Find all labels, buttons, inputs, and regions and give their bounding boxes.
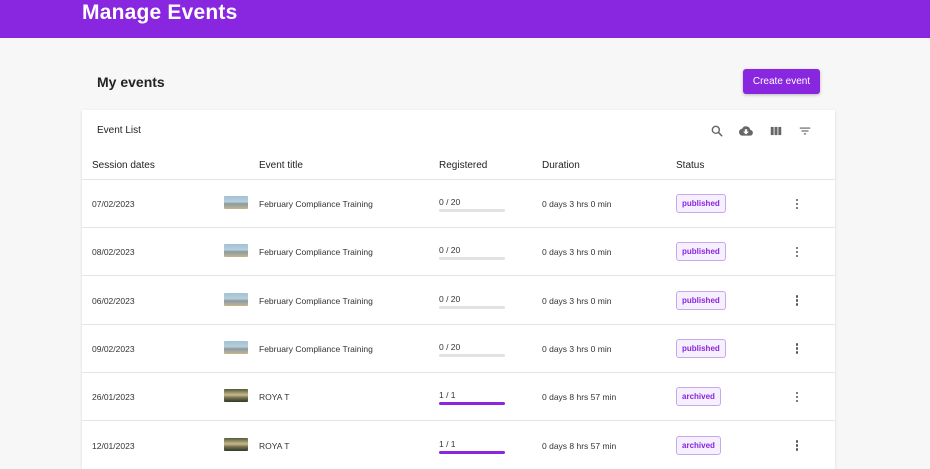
registered-bar-fill (439, 402, 505, 406)
event-title: February Compliance Training (259, 199, 373, 209)
registered-progress: 0 / 20 (439, 245, 505, 261)
status-badge: published (676, 338, 726, 358)
status-badge: archived (676, 387, 721, 407)
duration: 0 days 3 hrs 0 min (542, 199, 612, 209)
registered-bar-fill (439, 450, 505, 454)
table-header: Session dates Event title Registered Dur… (82, 154, 835, 180)
duration: 0 days 8 hrs 57 min (542, 392, 617, 403)
registered-progress: 0 / 20 (439, 342, 505, 357)
section-title: My events (97, 74, 165, 90)
table-row[interactable]: 26/01/2023 ROYA T 1 / 1 0 days 8 hrs 57 … (82, 373, 835, 422)
session-date: 09/02/2023 (92, 343, 135, 354)
registered-bar (439, 257, 505, 261)
duration: 0 days 8 hrs 57 min (542, 440, 617, 451)
registered-bar (439, 353, 505, 357)
session-date: 07/02/2023 (92, 199, 135, 209)
session-date: 08/02/2023 (92, 247, 135, 258)
registered-count: 0 / 20 (439, 245, 461, 256)
filter-icon[interactable] (798, 124, 812, 138)
duration: 0 days 3 hrs 0 min (542, 343, 612, 354)
event-title: February Compliance Training (259, 343, 373, 354)
event-thumbnail (224, 437, 248, 451)
registered-count: 0 / 20 (439, 341, 461, 352)
duration: 0 days 3 hrs 0 min (542, 295, 612, 306)
more-options-icon[interactable] (792, 439, 802, 453)
event-thumbnail (224, 196, 248, 209)
more-options-icon[interactable] (792, 390, 802, 404)
status-badge: published (676, 290, 726, 310)
event-list-card: Event List Session dates Event title Reg… (82, 110, 835, 469)
status-badge: published (676, 242, 726, 262)
column-header-duration[interactable]: Duration (542, 160, 580, 171)
registered-progress: 1 / 1 (439, 390, 505, 406)
status-badge: archived (676, 435, 721, 455)
table-row[interactable]: 09/02/2023 February Compliance Training … (82, 325, 835, 373)
page-title: Manage Events (82, 1, 238, 24)
search-icon[interactable] (710, 124, 724, 138)
event-thumbnail (224, 244, 248, 258)
table-row[interactable]: 08/02/2023 February Compliance Training … (82, 228, 835, 277)
column-header-registered[interactable]: Registered (439, 160, 487, 171)
registered-progress: 0 / 20 (439, 294, 505, 309)
session-date: 26/01/2023 (92, 392, 135, 403)
more-options-icon[interactable] (792, 342, 802, 356)
session-date: 06/02/2023 (92, 295, 135, 306)
create-event-button[interactable]: Create event (743, 69, 820, 94)
registered-bar (439, 402, 505, 406)
more-options-icon[interactable] (792, 197, 802, 211)
column-header-event-title[interactable]: Event title (259, 160, 303, 171)
registered-count: 0 / 20 (439, 197, 461, 207)
table-row[interactable]: 12/01/2023 ROYA T 1 / 1 0 days 8 hrs 57 … (82, 422, 835, 469)
event-thumbnail (224, 389, 248, 403)
more-options-icon[interactable] (792, 245, 802, 259)
event-title: ROYA T (259, 440, 290, 451)
columns-icon[interactable] (769, 124, 783, 138)
app-header: Manage Events (0, 0, 930, 38)
registered-bar (439, 305, 505, 309)
column-header-status[interactable]: Status (676, 160, 704, 171)
registered-count: 1 / 1 (439, 390, 456, 401)
more-options-icon[interactable] (792, 294, 802, 308)
table-row[interactable]: 06/02/2023 February Compliance Training … (82, 277, 835, 325)
event-thumbnail (224, 340, 248, 354)
event-title: ROYA T (259, 392, 290, 403)
duration: 0 days 3 hrs 0 min (542, 247, 612, 258)
event-title: February Compliance Training (259, 295, 373, 306)
registered-progress: 1 / 1 (439, 439, 505, 454)
event-thumbnail (224, 292, 248, 306)
table-row[interactable]: 07/02/2023 February Compliance Training … (82, 180, 835, 228)
status-badge: published (676, 194, 726, 213)
card-title: Event List (97, 125, 141, 136)
registered-progress: 0 / 20 (439, 197, 505, 212)
session-date: 12/01/2023 (92, 440, 135, 451)
registered-count: 1 / 1 (439, 438, 456, 449)
registered-bar (439, 450, 505, 454)
registered-count: 0 / 20 (439, 293, 461, 304)
column-header-session-dates[interactable]: Session dates (92, 160, 155, 171)
cloud-download-icon[interactable] (739, 124, 753, 138)
event-title: February Compliance Training (259, 247, 373, 258)
registered-bar (439, 209, 505, 212)
